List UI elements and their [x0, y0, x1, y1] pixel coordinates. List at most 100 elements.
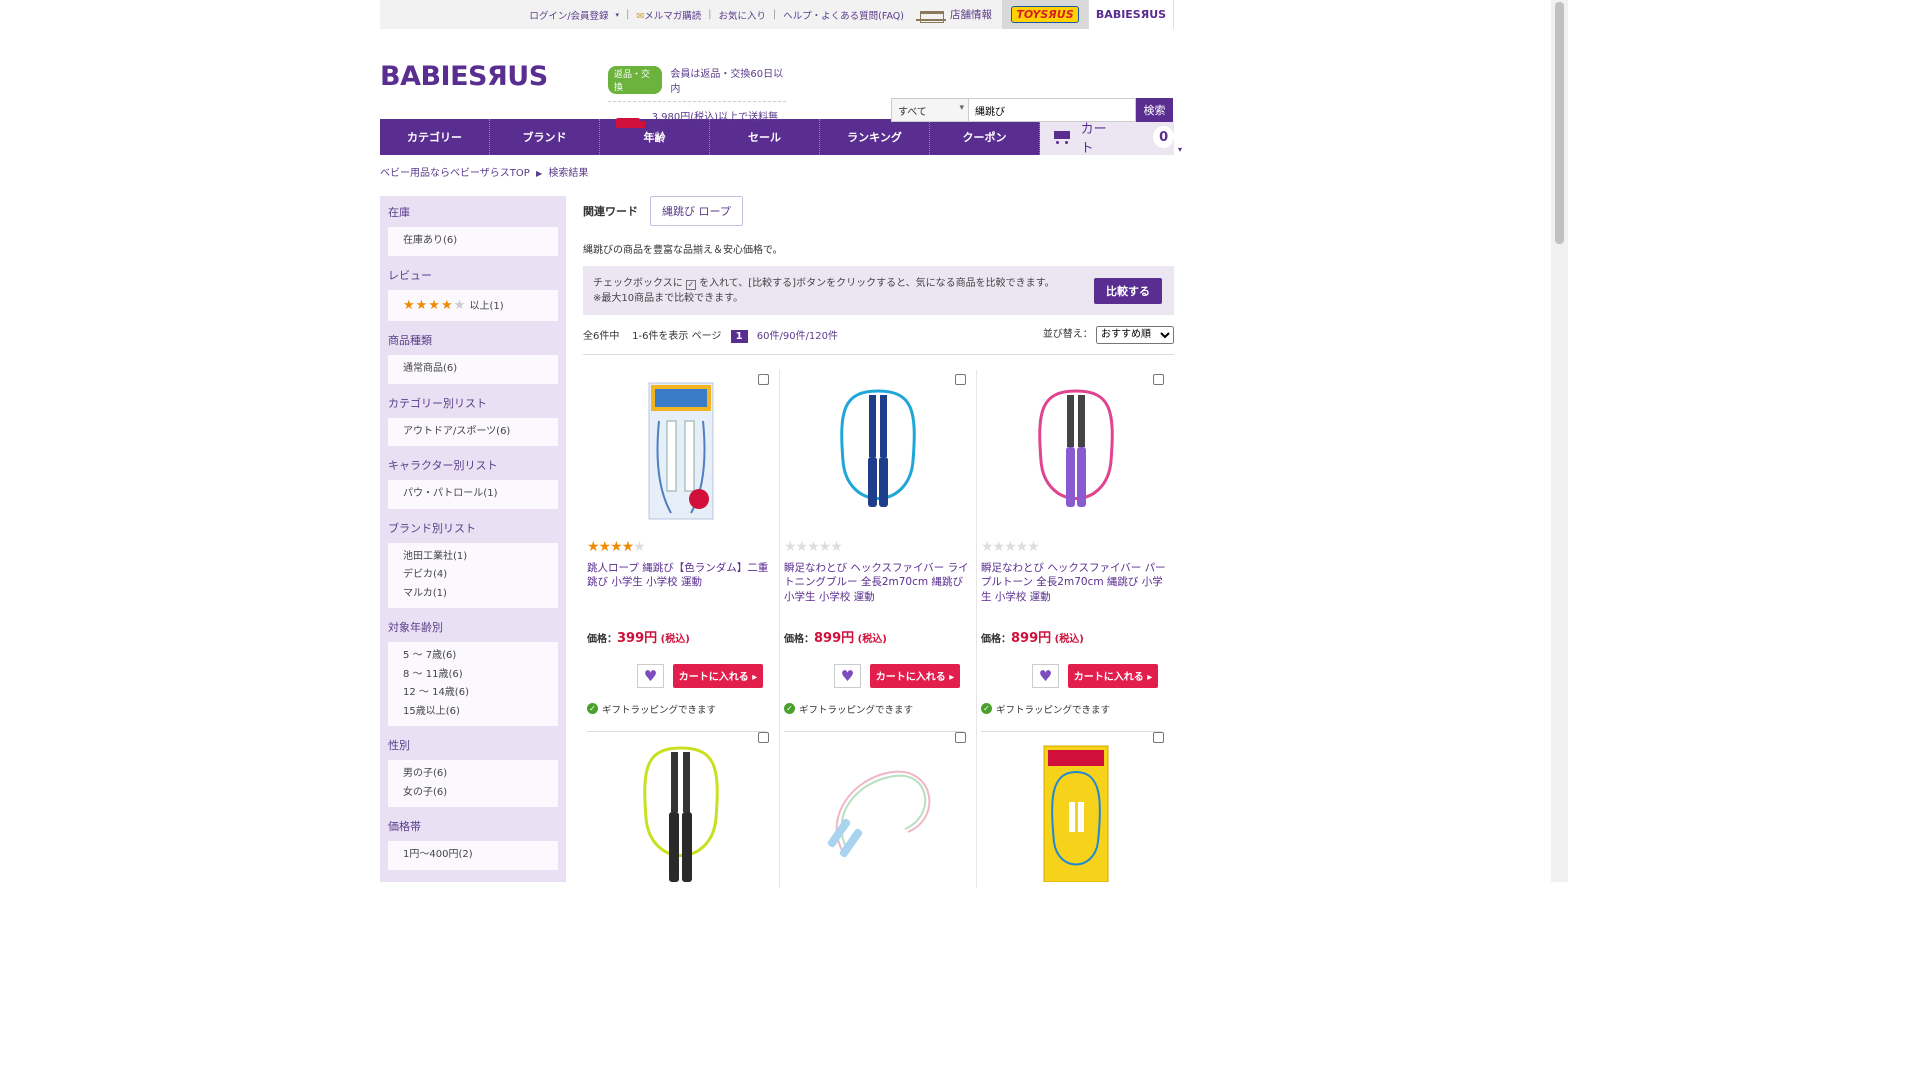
breadcrumb-arrow-icon: ▶ [536, 169, 543, 178]
product-rating: ★★★★★ [981, 538, 1040, 555]
product-card [583, 727, 780, 888]
product-image[interactable] [784, 742, 972, 882]
filter-gender-boy[interactable]: 男の子(6) [403, 765, 543, 784]
filter-heading-gender: 性別 [388, 739, 410, 752]
related-words: 関連ワード 縄跳び ロープ [583, 196, 1174, 226]
filter-brand-ikeda[interactable]: 池田工業社(1) [403, 548, 543, 567]
checkbox-icon: ✓ [685, 279, 696, 290]
check-circle-icon: ✓ [784, 703, 795, 714]
add-to-cart-button[interactable]: カートに入れる ▸ [870, 663, 960, 688]
filter-sidebar: 在庫 在庫あり(6) レビュー ★★★★★ 以上(1) 商品種類 通常商品(6)… [380, 196, 566, 882]
nav-ranking[interactable]: ランキング [820, 119, 930, 155]
breadcrumb-home[interactable]: ベビー用品ならベビーザらスTOP [380, 168, 530, 179]
toysrus-tab[interactable]: TOYSЯUS [1002, 0, 1088, 29]
product-image[interactable] [587, 376, 775, 526]
page-wrapper: ログイン/会員登録 ▾ | ✉メルマガ購読 | お気に入り | ヘルプ・よくある質… [380, 0, 1182, 888]
compare-checkbox[interactable] [1153, 731, 1164, 743]
page-current[interactable]: 1 [730, 329, 748, 343]
compare-checkbox[interactable] [1153, 373, 1164, 385]
product-title[interactable]: 瞬足なわとび ヘックスファイバー ライトニングブルー 全長2m70cm 縄跳び … [784, 561, 972, 605]
filter-age-12-14[interactable]: 12 ～ 14歳(6) [403, 684, 543, 703]
compare-panel: チェックボックスに ✓ を入れて、[比較する]ボタンをクリックすると、気になる商… [583, 266, 1174, 315]
favorite-heart-icon[interactable]: ♥ [1032, 663, 1059, 688]
page-scrollbar[interactable] [1551, 0, 1568, 882]
filter-age-8-11[interactable]: 8 ～ 11歳(6) [403, 666, 543, 685]
filter-heading-stock: 在庫 [388, 206, 410, 219]
favorites-link[interactable]: お気に入り [718, 8, 766, 22]
promo-box: 返品・交換 会員は返品・交換60日以内 3,980円(税込)以上で送料無料 [608, 65, 786, 138]
compare-checkbox[interactable] [758, 373, 769, 385]
site-header: BABIESЯUS 返品・交換 会員は返品・交換60日以内 3,980円(税込)… [380, 29, 1174, 138]
filter-category-outdoor[interactable]: アウトドア/スポーツ(6) [403, 423, 543, 442]
filter-age-5-7[interactable]: 5 ～ 7歳(6) [403, 647, 543, 666]
product-price: 価格：399円 (税込) [587, 630, 690, 646]
compare-checkbox[interactable] [758, 731, 769, 743]
sort-select[interactable]: おすすめ順 [1096, 325, 1174, 344]
check-circle-icon: ✓ [981, 703, 992, 714]
filter-heading-review: レビュー [388, 268, 432, 282]
star-rating-icon: ★★★★★ [403, 297, 467, 313]
newsletter-link[interactable]: ✉メルマガ購読 [636, 8, 701, 22]
store-info-link[interactable]: 店舗情報 [916, 7, 992, 23]
return-text[interactable]: 会員は返品・交換60日以内 [670, 65, 786, 95]
product-image[interactable] [587, 742, 775, 882]
scrollbar-thumb[interactable] [1555, 2, 1564, 244]
return-badge: 返品・交換 [608, 66, 663, 94]
compare-checkbox[interactable] [955, 731, 966, 743]
breadcrumb: ベビー用品ならベビーザらスTOP ▶ 検索結果 [380, 164, 1174, 184]
search-category-select[interactable]: すべて [891, 98, 969, 122]
product-price: 価格：899円 (税込) [784, 630, 887, 646]
product-price: 価格：899円 (税込) [981, 630, 1084, 646]
product-title[interactable]: 瞬足なわとび ヘックスファイバー パープルトーン 全長2m70cm 縄跳び 小学… [981, 561, 1170, 605]
breadcrumb-current[interactable]: 検索結果 [548, 168, 588, 179]
filter-brand-debika[interactable]: デビカ(4) [403, 566, 543, 585]
shipping-text[interactable]: 3,980円(税込)以上で送料無料 [652, 108, 786, 138]
product-rating: ★★★★★ [587, 538, 646, 555]
filter-stock-available[interactable]: 在庫あり(6) [403, 232, 543, 251]
nav-category[interactable]: カテゴリー [380, 119, 490, 155]
favorite-heart-icon[interactable]: ♥ [834, 663, 861, 688]
favorite-heart-icon[interactable]: ♥ [637, 663, 664, 688]
product-card: ★★★★★ 瞬足なわとび ヘックスファイバー パープルトーン 全長2m70cm … [977, 370, 1174, 732]
filter-brand-maruka[interactable]: マルカ(1) [403, 585, 543, 604]
per-page-links[interactable]: 60件/90件/120件 [757, 331, 838, 342]
store-icon [916, 9, 946, 23]
product-rating: ★★★★★ [784, 538, 843, 555]
filter-type-normal[interactable]: 通常商品(6) [403, 360, 543, 379]
add-to-cart-button[interactable]: カートに入れる ▸ [1068, 663, 1158, 688]
product-card [780, 727, 977, 888]
search-bar: すべて 検索 [891, 98, 1173, 122]
product-title[interactable]: 跳人ロープ 縄跳び【色ランダム】二重跳び 小学生 小学校 運動 [587, 561, 775, 605]
filter-review-4plus[interactable]: ★★★★★ 以上(1) [403, 297, 543, 317]
product-image[interactable] [981, 376, 1170, 526]
product-card [977, 728, 1174, 888]
babiesrus-logo[interactable]: BABIESЯUS [380, 61, 548, 92]
filter-heading-type: 商品種類 [388, 334, 432, 347]
babiesrus-tab[interactable]: BABIESЯUS [1088, 0, 1174, 29]
product-image[interactable] [981, 742, 1170, 882]
utility-bar: ログイン/会員登録 ▾ | ✉メルマガ購読 | お気に入り | ヘルプ・よくある質… [380, 0, 1174, 29]
product-grid: ★★★★★ 跳人ロープ 縄跳び【色ランダム】二重跳び 小学生 小学校 運動 価格… [583, 369, 1174, 888]
search-description: 縄跳びの商品を豊富な品揃え＆安心価格で。 [583, 245, 783, 256]
login-link[interactable]: ログイン/会員登録 [529, 8, 608, 22]
product-card: ★★★★★ 跳人ロープ 縄跳び【色ランダム】二重跳び 小学生 小学校 運動 価格… [583, 369, 780, 732]
search-results: 関連ワード 縄跳び ロープ 縄跳びの商品を豊富な品揃え＆安心価格で。 チェックボ… [583, 196, 1174, 888]
add-to-cart-button[interactable]: カートに入れる ▸ [673, 663, 763, 688]
product-image[interactable] [784, 376, 972, 526]
filter-heading-price: 価格帯 [388, 820, 421, 833]
compare-instructions: チェックボックスに ✓ を入れて、[比較する]ボタンをクリックすると、気になる商… [593, 277, 1055, 304]
related-chip[interactable]: 縄跳び ロープ [650, 196, 743, 226]
cart-button[interactable]: カート 0 [1040, 119, 1182, 156]
search-button[interactable]: 検索 [1136, 98, 1173, 122]
compare-checkbox[interactable] [955, 373, 966, 385]
filter-character-pawpatrol[interactable]: パウ・パトロール(1) [403, 485, 543, 504]
nav-coupon[interactable]: クーポン [930, 119, 1040, 155]
compare-button[interactable]: 比較する [1094, 277, 1162, 304]
search-input[interactable] [969, 98, 1136, 122]
help-link[interactable]: ヘルプ・よくある質問(FAQ) [783, 8, 904, 22]
nav-brand[interactable]: ブランド [490, 119, 600, 155]
filter-price-1-400[interactable]: 1円～400円(2) [403, 846, 543, 865]
filter-age-15plus[interactable]: 15歳以上(6) [403, 703, 543, 722]
filter-gender-girl[interactable]: 女の子(6) [403, 784, 543, 803]
check-circle-icon: ✓ [587, 703, 598, 714]
